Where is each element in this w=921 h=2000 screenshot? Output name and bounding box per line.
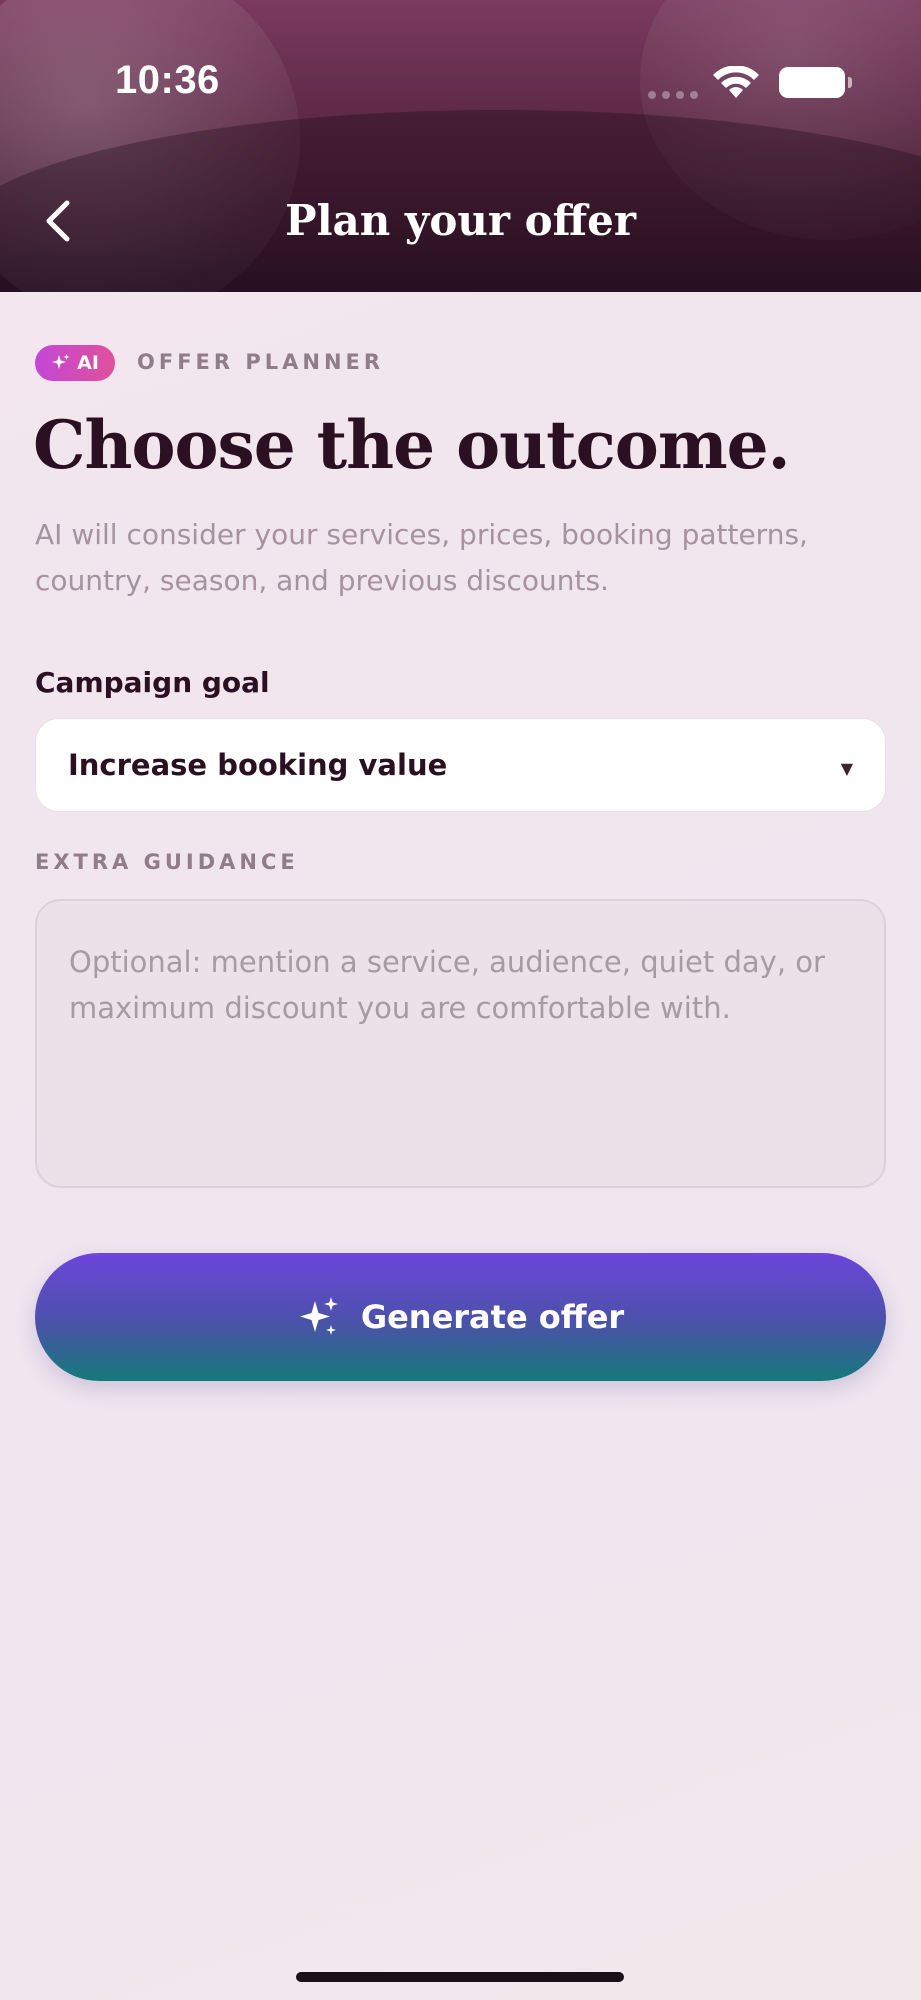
caret-down-icon: ▼: [840, 759, 853, 778]
ai-badge-label: AI: [77, 352, 99, 374]
cellular-signal-icon: [648, 91, 698, 99]
generate-offer-button[interactable]: Generate offer: [35, 1253, 886, 1381]
wifi-icon: [713, 66, 759, 98]
page-title: Plan your offer: [285, 196, 636, 245]
header: 10:36 Plan your offer: [0, 0, 921, 292]
extra-guidance-label: EXTRA GUIDANCE: [35, 850, 299, 874]
campaign-goal-select[interactable]: Increase booking value ▼: [35, 718, 886, 812]
ai-badge: AI: [35, 345, 115, 381]
section-eyebrow: OFFER PLANNER: [137, 350, 385, 374]
campaign-goal-label: Campaign goal: [35, 666, 270, 699]
generate-offer-label: Generate offer: [360, 1298, 625, 1336]
campaign-goal-value: Increase booking value: [68, 748, 448, 782]
status-time: 10:36: [115, 58, 220, 102]
battery-icon: [779, 67, 852, 98]
extra-guidance-input[interactable]: [35, 899, 886, 1188]
subtitle: AI will consider your services, prices, …: [35, 518, 808, 597]
home-indicator[interactable]: [296, 1972, 624, 1982]
sparkles-icon: [299, 1297, 338, 1335]
headline: Choose the outcome.: [33, 406, 791, 484]
sparkle-icon: [52, 354, 70, 369]
